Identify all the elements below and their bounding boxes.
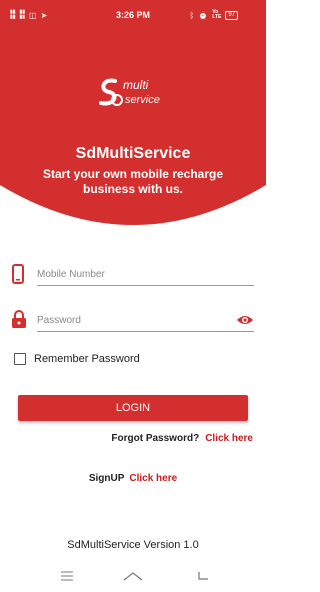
hero-header: ▮▮ ▮▮ ▮▮ ▮▮ ◫ ➤ 3:26 PM ᛒ ⏰ Vo LTE 97 multi…: [0, 0, 266, 228]
app-title: SdMultiService: [75, 145, 191, 162]
remember-password-checkbox[interactable]: [14, 353, 26, 365]
forgot-password-text: Forgot Password?: [111, 433, 200, 444]
app-logo: multi service: [95, 76, 175, 112]
logo-mark-icon: [99, 78, 123, 106]
signup-text: SignUP: [88, 473, 125, 484]
signup-row: SignUP Click here: [0, 473, 266, 484]
signup-link[interactable]: Click here: [129, 473, 177, 484]
remember-password-label: Remember Password: [34, 353, 140, 365]
show-password-icon[interactable]: [236, 314, 254, 326]
bluetooth-icon: ᛒ: [189, 10, 195, 20]
menu-icon[interactable]: [60, 570, 74, 582]
remember-password-row[interactable]: Remember Password: [14, 353, 140, 365]
home-icon[interactable]: [122, 570, 144, 584]
forgot-password-link[interactable]: Click here: [205, 433, 253, 444]
forgot-password-row: Forgot Password? Click here: [111, 433, 253, 444]
status-right: ᛒ ⏰ Vo LTE 97: [189, 10, 238, 20]
password-input[interactable]: [37, 310, 254, 332]
password-field: [12, 308, 254, 338]
app-tagline: Start your own mobile recharge business …: [42, 167, 224, 196]
logo-text-service: service: [125, 94, 160, 106]
battery-indicator: 97: [225, 10, 238, 20]
app-version: SdMultiService Version 1.0: [67, 539, 199, 551]
system-nav-bar: [0, 562, 266, 592]
mobile-field: [12, 262, 254, 292]
mobile-number-input[interactable]: [37, 264, 254, 286]
status-bar: ▮▮ ▮▮ ▮▮ ▮▮ ◫ ➤ 3:26 PM ᛒ ⏰ Vo LTE 97: [0, 0, 266, 30]
logo-text-multi: multi: [123, 78, 149, 92]
lock-icon: [12, 310, 26, 328]
phone-icon: [12, 264, 24, 284]
login-button[interactable]: LOGIN: [18, 395, 248, 421]
volte-icon: Vo LTE: [212, 9, 222, 20]
back-icon[interactable]: [196, 570, 210, 582]
alarm-icon: ⏰: [198, 10, 209, 20]
